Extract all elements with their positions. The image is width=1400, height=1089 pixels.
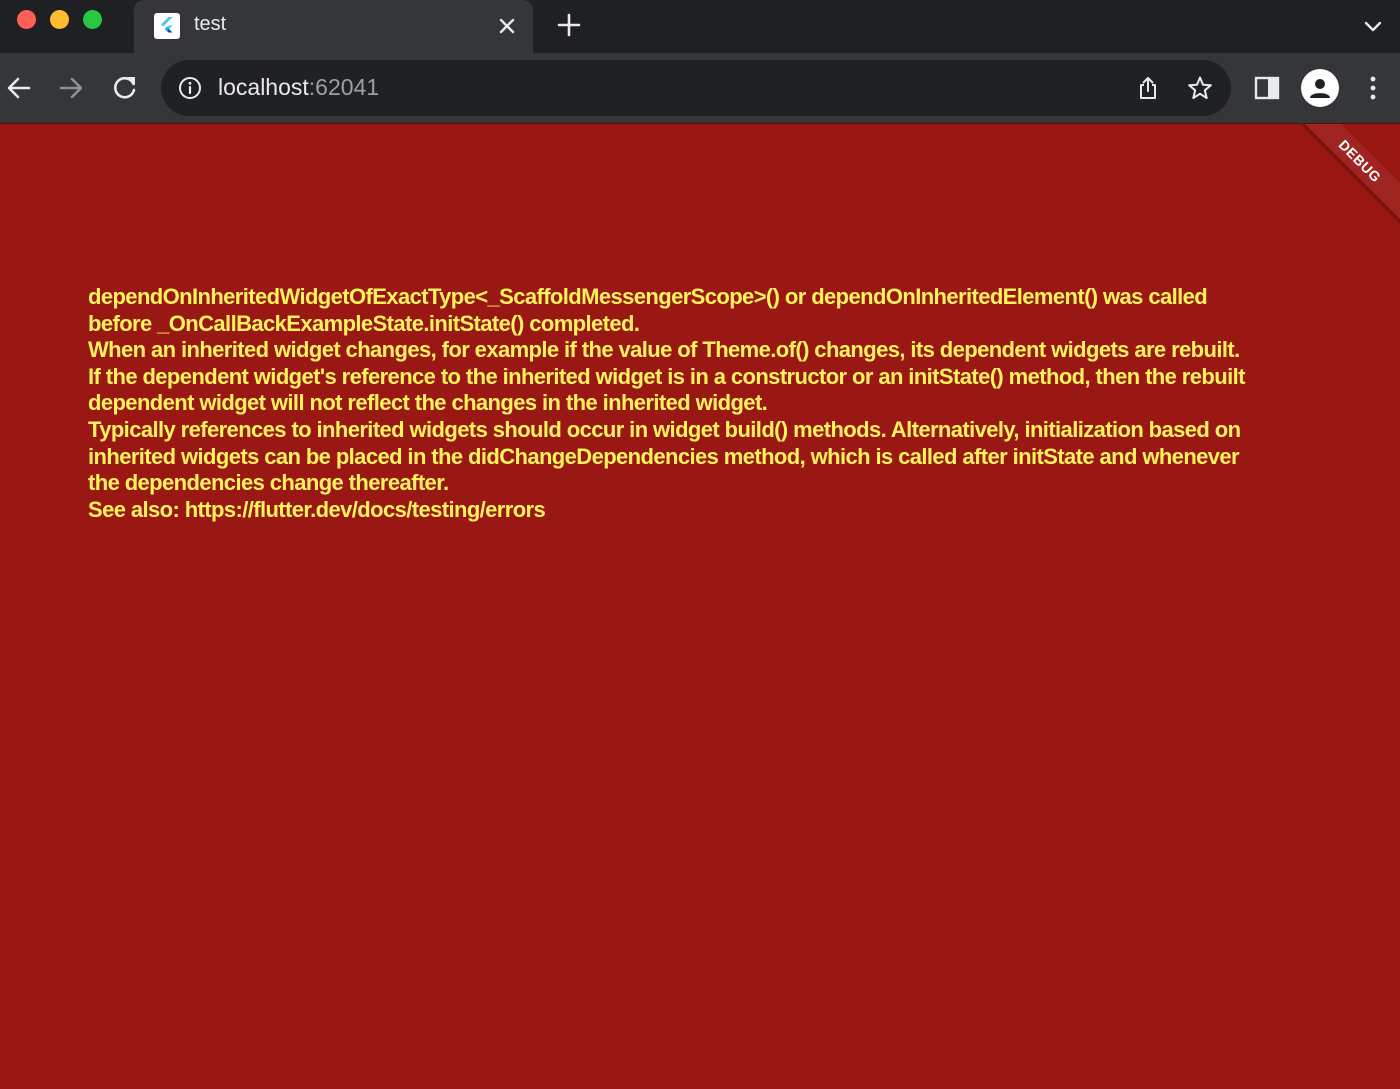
error-line: dependOnInheritedWidgetOfExactType<_Scaf… bbox=[88, 284, 1208, 309]
error-line: the dependencies change thereafter. bbox=[88, 470, 449, 496]
tab-strip: test bbox=[0, 0, 1400, 53]
star-icon[interactable] bbox=[1186, 74, 1214, 102]
error-line: before _OnCallBackExampleState.initState… bbox=[88, 310, 640, 336]
chevron-down-icon[interactable] bbox=[1360, 14, 1386, 40]
browser-tab[interactable]: test bbox=[134, 0, 533, 53]
url-host: localhost bbox=[218, 74, 309, 100]
flutter-error-screen: dependOnInheritedWidgetOfExactType<_Scaf… bbox=[0, 123, 1400, 1089]
error-line: dependent widget will not reflect the ch… bbox=[88, 390, 768, 416]
close-icon[interactable] bbox=[494, 13, 520, 39]
plus-icon[interactable] bbox=[555, 11, 583, 39]
debug-banner: DEBUG bbox=[1291, 124, 1400, 230]
person-icon[interactable] bbox=[1301, 69, 1339, 107]
url-port: :62041 bbox=[308, 74, 380, 100]
browser-toolbar: localhost:62041 bbox=[0, 53, 1400, 123]
three-dots-icon[interactable] bbox=[1360, 73, 1386, 103]
window-close-button[interactable] bbox=[17, 10, 36, 29]
error-line: If the dependent widget's reference to t… bbox=[88, 363, 1245, 389]
arrow-right-icon[interactable] bbox=[56, 73, 86, 103]
tab-title: test bbox=[194, 13, 227, 35]
error-line: inherited widgets can be placed in the d… bbox=[88, 443, 1240, 469]
reload-icon[interactable] bbox=[110, 73, 140, 103]
info-icon[interactable] bbox=[178, 76, 202, 100]
error-message: dependOnInheritedWidgetOfExactType<_Scaf… bbox=[88, 284, 1328, 523]
error-line: When an inherited widget changes, for ex… bbox=[88, 337, 1240, 363]
side-panel-icon[interactable] bbox=[1253, 73, 1281, 103]
error-line-see-also: See also: https://flutter.dev/docs/testi… bbox=[88, 496, 546, 522]
flutter-logo-icon bbox=[154, 13, 180, 39]
arrow-left-icon[interactable] bbox=[4, 73, 34, 103]
share-icon[interactable] bbox=[1134, 74, 1162, 102]
url-text[interactable]: localhost:62041 bbox=[218, 74, 379, 101]
window-zoom-button[interactable] bbox=[83, 10, 102, 29]
error-line: Typically references to inherited widget… bbox=[88, 416, 1241, 442]
address-bar[interactable]: localhost:62041 bbox=[161, 60, 1231, 116]
window-minimize-button[interactable] bbox=[50, 10, 69, 29]
